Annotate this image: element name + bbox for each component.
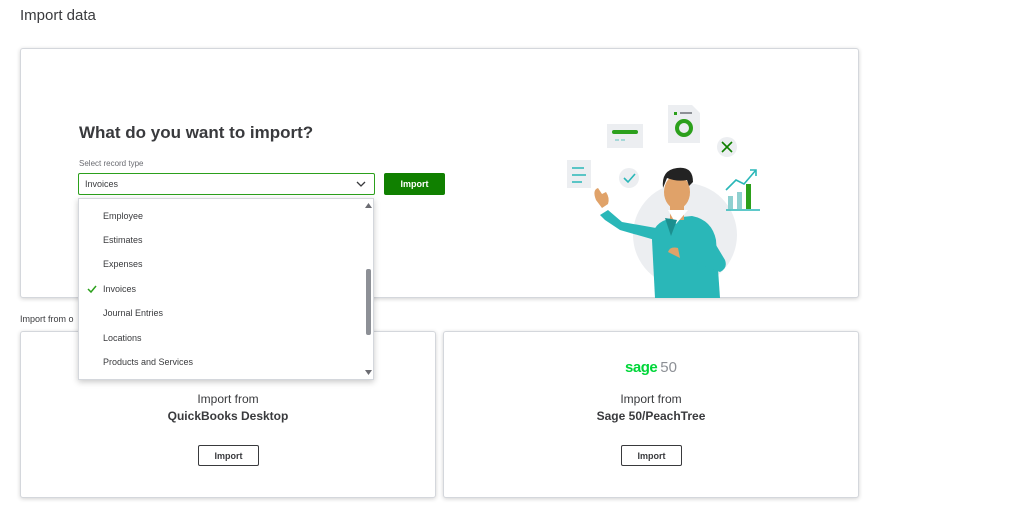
list-item-label: Estimates — [103, 235, 143, 245]
list-item[interactable]: Locations — [79, 328, 365, 350]
import-from-section-label: Import from o — [20, 314, 74, 324]
list-item-label: Locations — [103, 333, 142, 343]
list-item-label: Products and Services — [103, 357, 194, 367]
scrollbar-thumb[interactable] — [366, 269, 371, 335]
import-from-text: Import from — [620, 392, 682, 406]
record-type-value: Invoices — [85, 179, 119, 189]
dropdown-scrollbar[interactable] — [364, 199, 373, 379]
list-item[interactable]: Expenses — [79, 254, 365, 276]
checkmark-icon — [87, 285, 97, 294]
record-type-select[interactable]: Invoices — [78, 173, 375, 195]
sage-50-card: sage 50 Import from Sage 50/PeachTree Imp… — [443, 331, 859, 498]
import-from-text: Import from — [197, 392, 259, 406]
list-item[interactable]: Products and Services — [79, 352, 365, 374]
list-item-label: Journal Entries — [103, 308, 164, 318]
scroll-up-arrow-icon[interactable] — [365, 202, 372, 208]
page-title: Import data — [20, 7, 96, 24]
list-item[interactable]: Estimates — [79, 230, 365, 252]
list-item-label: Employee — [103, 211, 144, 221]
import-quickbooks-button[interactable]: Import — [198, 445, 259, 466]
import-sage-button[interactable]: Import — [621, 445, 682, 466]
person-illustration — [567, 105, 760, 298]
list-item[interactable]: Employee — [79, 206, 365, 228]
record-type-label: Select record type — [79, 159, 144, 168]
source-name: QuickBooks Desktop — [167, 409, 289, 423]
record-type-dropdown[interactable]: Employee Estimates Expenses Invoices Jou… — [78, 198, 374, 380]
sage-50-logo: sage 50 — [444, 359, 858, 377]
list-item-label: Expenses — [103, 259, 143, 269]
sage-logo-number: 50 — [660, 359, 677, 376]
list-item-label: Invoices — [103, 284, 137, 294]
source-name: Sage 50/PeachTree — [596, 409, 706, 423]
sage-logo-word: sage — [625, 359, 658, 376]
import-button[interactable]: Import — [384, 173, 445, 195]
import-heading: What do you want to import? — [79, 123, 314, 142]
list-item[interactable]: Journal Entries — [79, 303, 365, 325]
chevron-down-icon — [356, 181, 366, 187]
scroll-down-arrow-icon[interactable] — [365, 370, 372, 376]
list-item-selected[interactable]: Invoices — [79, 279, 365, 301]
